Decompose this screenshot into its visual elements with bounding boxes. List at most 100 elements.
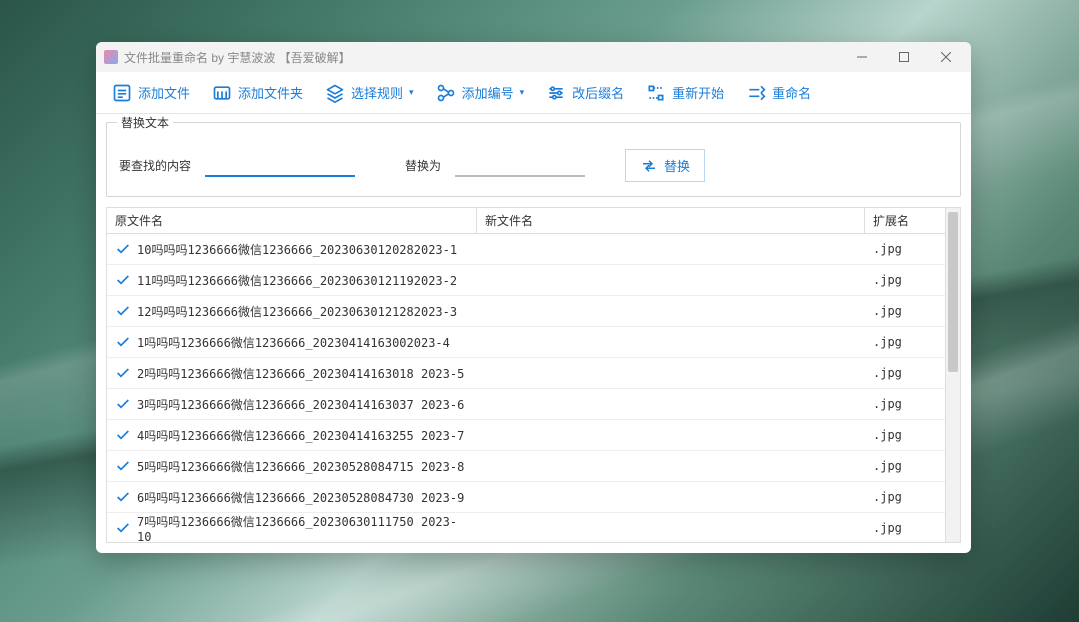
cell-original: 3吗吗吗1236666微信1236666_20230414163037 2023… bbox=[107, 396, 477, 413]
folder-stack-icon bbox=[212, 83, 232, 103]
replace-panel: 替换文本 要查找的内容 替换为 替换 bbox=[106, 122, 961, 197]
replace-button-label: 替换 bbox=[664, 156, 690, 175]
vertical-scrollbar[interactable] bbox=[946, 207, 961, 543]
add-file-label: 添加文件 bbox=[138, 83, 190, 102]
replace-button[interactable]: 替换 bbox=[625, 149, 705, 182]
sliders-icon bbox=[546, 83, 566, 103]
checkmark-icon bbox=[115, 520, 131, 536]
cell-original: 7吗吗吗1236666微信1236666_20230630111750 2023… bbox=[107, 513, 477, 543]
restart-label: 重新开始 bbox=[672, 83, 724, 102]
cell-ext: .jpg bbox=[865, 304, 945, 318]
table-row[interactable]: 11吗吗吗1236666微信1236666_20230630121192023-… bbox=[107, 265, 945, 296]
window-controls bbox=[841, 42, 967, 72]
cell-ext: .jpg bbox=[865, 459, 945, 473]
file-icon bbox=[112, 83, 132, 103]
checkmark-icon bbox=[115, 458, 131, 474]
add-folder-button[interactable]: 添加文件夹 bbox=[202, 77, 313, 109]
select-rule-label: 选择规则 bbox=[351, 83, 403, 102]
checkmark-icon bbox=[115, 303, 131, 319]
chevron-down-icon: ▾ bbox=[409, 87, 414, 98]
original-name: 2吗吗吗1236666微信1236666_20230414163018 2023… bbox=[137, 365, 464, 382]
grid-wrap: 原文件名 新文件名 扩展名 10吗吗吗1236666微信1236666_2023… bbox=[96, 207, 971, 553]
grid-header: 原文件名 新文件名 扩展名 bbox=[107, 208, 945, 234]
table-row[interactable]: 7吗吗吗1236666微信1236666_20230630111750 2023… bbox=[107, 513, 945, 542]
window-title: 文件批量重命名 by 宇慧波波 【吾爱破解】 bbox=[124, 49, 841, 66]
col-ext[interactable]: 扩展名 bbox=[865, 208, 945, 233]
file-grid: 原文件名 新文件名 扩展名 10吗吗吗1236666微信1236666_2023… bbox=[106, 207, 946, 543]
maximize-button[interactable] bbox=[883, 42, 925, 72]
original-name: 4吗吗吗1236666微信1236666_20230414163255 2023… bbox=[137, 427, 464, 444]
replace-input[interactable] bbox=[455, 155, 585, 177]
layers-icon bbox=[325, 83, 345, 103]
select-rule-button[interactable]: 选择规则 ▾ bbox=[315, 77, 424, 109]
checkmark-icon bbox=[115, 241, 131, 257]
cell-ext: .jpg bbox=[865, 428, 945, 442]
table-row[interactable]: 6吗吗吗1236666微信1236666_20230528084730 2023… bbox=[107, 482, 945, 513]
app-icon bbox=[104, 50, 118, 64]
original-name: 5吗吗吗1236666微信1236666_20230528084715 2023… bbox=[137, 458, 464, 475]
checkmark-icon bbox=[115, 396, 131, 412]
table-row[interactable]: 4吗吗吗1236666微信1236666_20230414163255 2023… bbox=[107, 420, 945, 451]
cell-original: 2吗吗吗1236666微信1236666_20230414163018 2023… bbox=[107, 365, 477, 382]
table-row[interactable]: 10吗吗吗1236666微信1236666_20230630120282023-… bbox=[107, 234, 945, 265]
table-row[interactable]: 5吗吗吗1236666微信1236666_20230528084715 2023… bbox=[107, 451, 945, 482]
replace-panel-wrap: 替换文本 要查找的内容 替换为 替换 bbox=[96, 114, 971, 207]
app-window: 文件批量重命名 by 宇慧波波 【吾爱破解】 添加文件 添加文件夹 选择规则 ▾ bbox=[96, 42, 971, 553]
close-icon bbox=[941, 52, 951, 62]
cell-original: 5吗吗吗1236666微信1236666_20230528084715 2023… bbox=[107, 458, 477, 475]
checkmark-icon bbox=[115, 489, 131, 505]
cell-ext: .jpg bbox=[865, 273, 945, 287]
cell-ext: .jpg bbox=[865, 335, 945, 349]
titlebar: 文件批量重命名 by 宇慧波波 【吾爱破解】 bbox=[96, 42, 971, 72]
restart-icon bbox=[646, 83, 666, 103]
cell-original: 4吗吗吗1236666微信1236666_20230414163255 2023… bbox=[107, 427, 477, 444]
original-name: 12吗吗吗1236666微信1236666_20230630121282023-… bbox=[137, 303, 457, 320]
cell-original: 12吗吗吗1236666微信1236666_20230630121282023-… bbox=[107, 303, 477, 320]
find-label: 要查找的内容 bbox=[119, 157, 191, 174]
add-number-label: 添加编号 bbox=[462, 83, 514, 102]
cell-original: 10吗吗吗1236666微信1236666_20230630120282023-… bbox=[107, 241, 477, 258]
checkmark-icon bbox=[115, 427, 131, 443]
change-ext-button[interactable]: 改后缀名 bbox=[536, 77, 634, 109]
chevron-down-icon: ▾ bbox=[520, 87, 525, 98]
grid-body: 10吗吗吗1236666微信1236666_20230630120282023-… bbox=[107, 234, 945, 542]
scrollbar-thumb[interactable] bbox=[948, 212, 958, 372]
add-number-button[interactable]: 添加编号 ▾ bbox=[426, 77, 535, 109]
table-row[interactable]: 12吗吗吗1236666微信1236666_20230630121282023-… bbox=[107, 296, 945, 327]
cell-original: 6吗吗吗1236666微信1236666_20230528084730 2023… bbox=[107, 489, 477, 506]
col-new[interactable]: 新文件名 bbox=[477, 208, 865, 233]
find-input[interactable] bbox=[205, 155, 355, 177]
cell-ext: .jpg bbox=[865, 242, 945, 256]
cell-original: 1吗吗吗1236666微信1236666_20230414163002023-4 bbox=[107, 334, 477, 351]
change-ext-label: 改后缀名 bbox=[572, 83, 624, 102]
checkmark-icon bbox=[115, 334, 131, 350]
cell-ext: .jpg bbox=[865, 521, 945, 535]
nodes-icon bbox=[436, 83, 456, 103]
original-name: 10吗吗吗1236666微信1236666_20230630120282023-… bbox=[137, 241, 457, 258]
minimize-button[interactable] bbox=[841, 42, 883, 72]
minimize-icon bbox=[857, 52, 867, 62]
rename-button[interactable]: 重命名 bbox=[736, 77, 821, 109]
checkmark-icon bbox=[115, 272, 131, 288]
replace-label: 替换为 bbox=[405, 157, 441, 174]
add-file-button[interactable]: 添加文件 bbox=[102, 77, 200, 109]
restart-button[interactable]: 重新开始 bbox=[636, 77, 734, 109]
original-name: 6吗吗吗1236666微信1236666_20230528084730 2023… bbox=[137, 489, 464, 506]
original-name: 7吗吗吗1236666微信1236666_20230630111750 2023… bbox=[137, 513, 469, 543]
close-button[interactable] bbox=[925, 42, 967, 72]
toolbar: 添加文件 添加文件夹 选择规则 ▾ 添加编号 ▾ 改后缀名 重新开始 重命名 bbox=[96, 72, 971, 114]
table-row[interactable]: 2吗吗吗1236666微信1236666_20230414163018 2023… bbox=[107, 358, 945, 389]
cell-ext: .jpg bbox=[865, 366, 945, 380]
col-original[interactable]: 原文件名 bbox=[107, 208, 477, 233]
maximize-icon bbox=[899, 52, 909, 62]
replace-row: 要查找的内容 替换为 替换 bbox=[119, 149, 948, 182]
original-name: 11吗吗吗1236666微信1236666_20230630121192023-… bbox=[137, 272, 457, 289]
cell-ext: .jpg bbox=[865, 490, 945, 504]
original-name: 3吗吗吗1236666微信1236666_20230414163037 2023… bbox=[137, 396, 464, 413]
table-row[interactable]: 1吗吗吗1236666微信1236666_20230414163002023-4… bbox=[107, 327, 945, 358]
original-name: 1吗吗吗1236666微信1236666_20230414163002023-4 bbox=[137, 334, 450, 351]
cell-original: 11吗吗吗1236666微信1236666_20230630121192023-… bbox=[107, 272, 477, 289]
checkmark-icon bbox=[115, 365, 131, 381]
cell-ext: .jpg bbox=[865, 397, 945, 411]
table-row[interactable]: 3吗吗吗1236666微信1236666_20230414163037 2023… bbox=[107, 389, 945, 420]
